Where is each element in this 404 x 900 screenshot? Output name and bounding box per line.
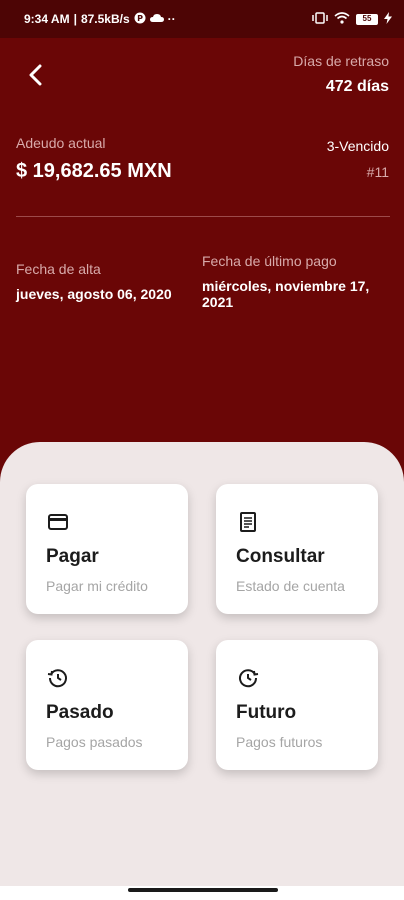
credit-card-icon [46, 510, 70, 534]
pay-card-subtitle: Pagar mi crédito [46, 578, 148, 594]
status-label: 3-Vencido [326, 138, 389, 154]
status-bar: 9:34 AM | 87.5kB/s P ·· 55 [0, 0, 404, 38]
receipt-icon [236, 510, 260, 534]
svg-text:P: P [137, 14, 143, 23]
status-more: ·· [167, 12, 176, 26]
vibrate-icon [312, 11, 328, 27]
delay-value: 472 días [325, 78, 389, 95]
past-payments-title: Pasado [46, 702, 114, 723]
last-payment-value: miércoles, noviembre 17, 2021 [202, 278, 370, 310]
status-id: #11 [366, 164, 389, 180]
debt-label: Adeudo actual [16, 135, 106, 151]
delay-label: Días de retraso [293, 53, 389, 69]
status-time: 9:34 AM [24, 12, 70, 26]
pay-card[interactable]: Pagar Pagar mi crédito [26, 484, 188, 614]
start-date-label: Fecha de alta [16, 261, 101, 277]
future-payments-subtitle: Pagos futuros [236, 734, 323, 750]
pay-card-title: Pagar [46, 546, 99, 567]
account-header: 9:34 AM | 87.5kB/s P ·· 55 Días de retra… [0, 0, 404, 500]
future-payments-card[interactable]: Futuro Pagos futuros [216, 640, 378, 770]
status-network-speed: 87.5kB/s [80, 12, 130, 26]
actions-panel: Pagar Pagar mi crédito Consultar Estado … [0, 442, 404, 886]
wifi-icon [334, 11, 350, 27]
header-divider [16, 216, 390, 217]
statement-card-title: Consultar [236, 546, 325, 567]
back-button[interactable] [22, 62, 48, 88]
chevron-left-icon [29, 64, 42, 86]
start-date-value: jueves, agosto 06, 2020 [16, 286, 172, 302]
charging-icon [384, 11, 392, 27]
update-icon [236, 666, 260, 690]
future-payments-title: Futuro [236, 702, 297, 723]
past-payments-subtitle: Pagos pasados [46, 734, 143, 750]
debt-value: $ 19,682.65 MXN [16, 160, 172, 182]
cloud-icon [149, 12, 164, 26]
history-icon [46, 666, 70, 690]
home-indicator[interactable] [128, 888, 278, 892]
statement-card-subtitle: Estado de cuenta [236, 578, 345, 594]
past-payments-card[interactable]: Pasado Pagos pasados [26, 640, 188, 770]
last-payment-label: Fecha de último pago [202, 253, 337, 269]
notification-icon: P [134, 12, 146, 27]
statement-card[interactable]: Consultar Estado de cuenta [216, 484, 378, 614]
battery-icon: 55 [356, 13, 378, 25]
